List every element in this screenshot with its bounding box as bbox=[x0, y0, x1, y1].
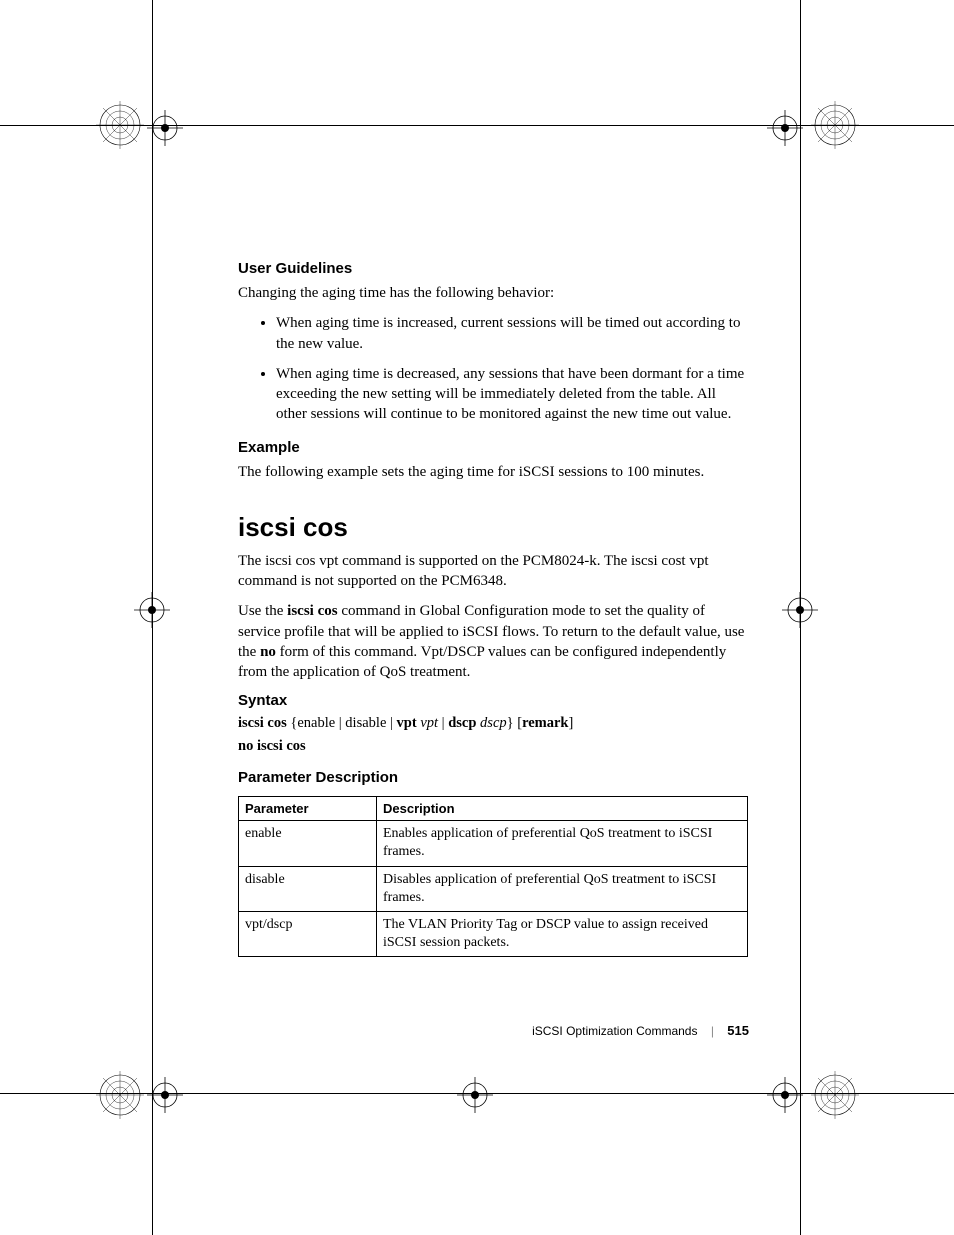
table-cell: Enables application of preferential QoS … bbox=[377, 821, 748, 866]
print-crosshair-icon bbox=[145, 1075, 185, 1115]
table-cell: disable bbox=[239, 866, 377, 911]
table-row: vpt/dscp The VLAN Priority Tag or DSCP v… bbox=[239, 912, 748, 957]
print-rosette-icon bbox=[805, 95, 865, 155]
table-header-row: Parameter Description bbox=[239, 797, 748, 821]
print-crosshair-icon bbox=[765, 1075, 805, 1115]
text-cmd-para2: Use the iscsi cos command in Global Conf… bbox=[238, 601, 748, 682]
table-cell: The VLAN Priority Tag or DSCP value to a… bbox=[377, 912, 748, 957]
list-item: When aging time is increased, current se… bbox=[276, 313, 748, 354]
print-crosshair-icon bbox=[455, 1075, 495, 1115]
print-crosshair-icon bbox=[765, 108, 805, 148]
print-crosshair-icon bbox=[145, 108, 185, 148]
table-cell: vpt/dscp bbox=[239, 912, 377, 957]
heading-example: Example bbox=[238, 439, 748, 456]
print-crosshair-icon bbox=[780, 590, 820, 630]
table-header: Description bbox=[377, 797, 748, 821]
text-example: The following example sets the aging tim… bbox=[238, 462, 748, 482]
table-cell: enable bbox=[239, 821, 377, 866]
footer-page-number: 515 bbox=[727, 1023, 749, 1038]
page-footer: iSCSI Optimization Commands | 515 bbox=[532, 1023, 749, 1038]
table-header: Parameter bbox=[239, 797, 377, 821]
footer-section: iSCSI Optimization Commands bbox=[532, 1024, 697, 1038]
print-crosshair-icon bbox=[132, 590, 172, 630]
text-ug-intro: Changing the aging time has the followin… bbox=[238, 283, 748, 303]
text-cmd-para1: The iscsi cos vpt command is supported o… bbox=[238, 551, 748, 592]
table-row: disable Disables application of preferen… bbox=[239, 866, 748, 911]
heading-syntax: Syntax bbox=[238, 692, 748, 709]
footer-separator: | bbox=[711, 1024, 714, 1038]
parameter-table: Parameter Description enable Enables app… bbox=[238, 796, 748, 957]
list-ug-bullets: When aging time is increased, current se… bbox=[238, 313, 748, 424]
syntax-line-2: no iscsi cos bbox=[238, 738, 748, 755]
heading-user-guidelines: User Guidelines bbox=[238, 260, 748, 277]
heading-param-desc: Parameter Description bbox=[238, 769, 748, 786]
list-item: When aging time is decreased, any sessio… bbox=[276, 364, 748, 425]
command-title: iscsi cos bbox=[238, 512, 748, 543]
syntax-line-1: iscsi cos {enable | disable | vpt vpt | … bbox=[238, 715, 748, 732]
table-cell: Disables application of preferential QoS… bbox=[377, 866, 748, 911]
print-rosette-icon bbox=[90, 1065, 150, 1125]
table-row: enable Enables application of preferenti… bbox=[239, 821, 748, 866]
print-rosette-icon bbox=[805, 1065, 865, 1125]
print-rosette-icon bbox=[90, 95, 150, 155]
